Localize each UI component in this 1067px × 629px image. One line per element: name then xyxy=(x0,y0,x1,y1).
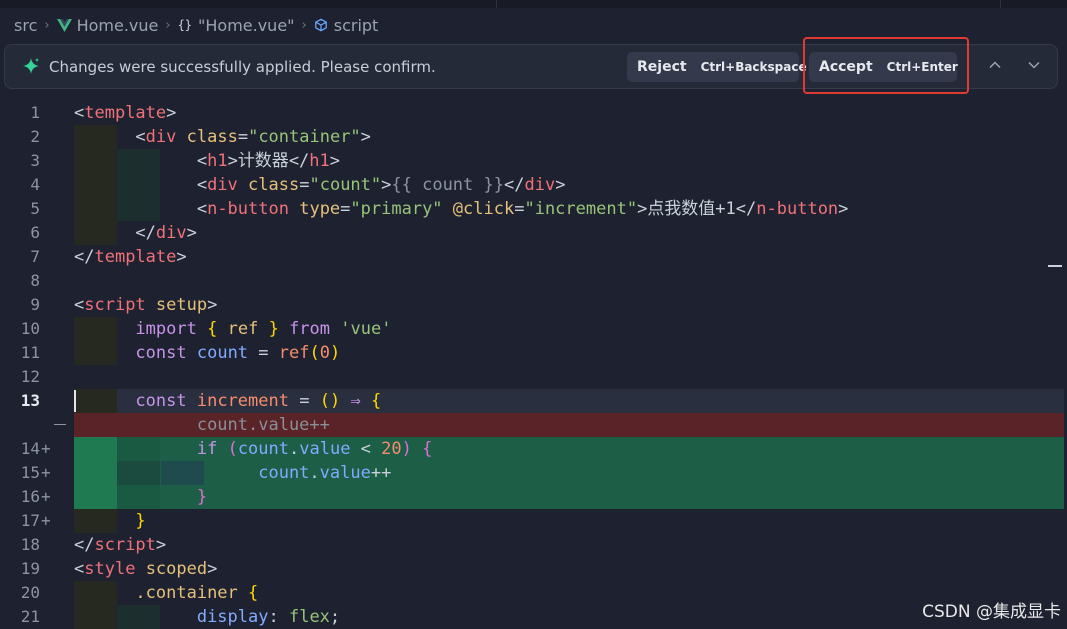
accept-label: Accept xyxy=(819,59,873,75)
code-line-active: 13 const increment = () ⇒ { xyxy=(0,389,1067,413)
chevron-right-icon: › xyxy=(44,17,50,33)
breadcrumb-item-src[interactable]: src xyxy=(14,16,37,35)
accept-shortcut: Ctrl+Enter xyxy=(886,60,958,74)
chevron-down-icon[interactable] xyxy=(1026,57,1042,73)
chevron-right-icon: › xyxy=(165,17,171,33)
code-line: 11 const count = ref(0) xyxy=(20,341,341,365)
banner-message: Changes were successfully applied. Pleas… xyxy=(49,58,436,76)
scrollbar-marker[interactable] xyxy=(1048,265,1062,267)
breadcrumb-item-file[interactable]: Home.vue xyxy=(56,16,158,35)
reject-button[interactable]: Reject Ctrl+Backspace xyxy=(627,52,807,82)
vue-icon xyxy=(56,18,72,32)
breadcrumb-item-script[interactable]: script xyxy=(314,16,378,35)
code-line: 1 <template> xyxy=(30,103,177,123)
added-line: 17 + } xyxy=(20,509,146,533)
watermark: CSDN @集成显卡 xyxy=(922,602,1061,622)
code-line: 20 .container { xyxy=(20,581,259,605)
chevron-right-icon: › xyxy=(301,17,307,33)
diff-minus-marker xyxy=(54,424,66,425)
code-line: 18 </script> xyxy=(20,535,167,555)
braces-icon: {} xyxy=(177,18,193,32)
code-line: 9 <script setup> xyxy=(30,295,218,315)
reject-shortcut: Ctrl+Backspace xyxy=(700,60,807,74)
code-line: 8 xyxy=(30,271,40,290)
added-line: 16 + } xyxy=(0,485,1067,509)
confirm-changes-banner: Changes were successfully applied. Pleas… xyxy=(4,44,1058,89)
accept-button[interactable]: Accept Ctrl+Enter xyxy=(809,52,958,82)
removed-line: count.value++ xyxy=(0,413,1067,437)
added-line: 14 + if (count.value < 20) { xyxy=(0,437,1067,461)
added-line: 15 + count.value++ xyxy=(0,461,1067,485)
code-line: 21 display: flex; xyxy=(20,605,341,629)
code-line: 19 <style scoped> xyxy=(20,559,218,579)
chevron-up-icon[interactable] xyxy=(987,57,1003,73)
code-editor[interactable]: 1 <template> 2 <div class="container"> 3… xyxy=(0,101,1067,629)
code-line: 7 </template> xyxy=(30,247,187,267)
code-line: 2 <div class="container"> xyxy=(30,125,371,149)
code-line: 3 <h1>计数器</h1> xyxy=(30,149,341,173)
code-line: 12 xyxy=(20,367,40,386)
breadcrumb: src › Home.vue › {} "Home.vue" › script xyxy=(14,12,378,38)
sparkle-icon xyxy=(23,58,39,74)
code-line: 4 <div class="count">{{ count }}</div> xyxy=(30,173,566,197)
cube-icon xyxy=(314,18,327,32)
code-line: 10 import { ref } from 'vue' xyxy=(20,317,392,341)
breadcrumb-item-object[interactable]: {} "Home.vue" xyxy=(178,16,295,35)
code-line: 5 <n-button type="primary" @click="incre… xyxy=(30,197,849,221)
tab-strip xyxy=(0,0,1067,8)
code-line: 6 </div> xyxy=(30,221,197,245)
reject-label: Reject xyxy=(637,59,687,75)
